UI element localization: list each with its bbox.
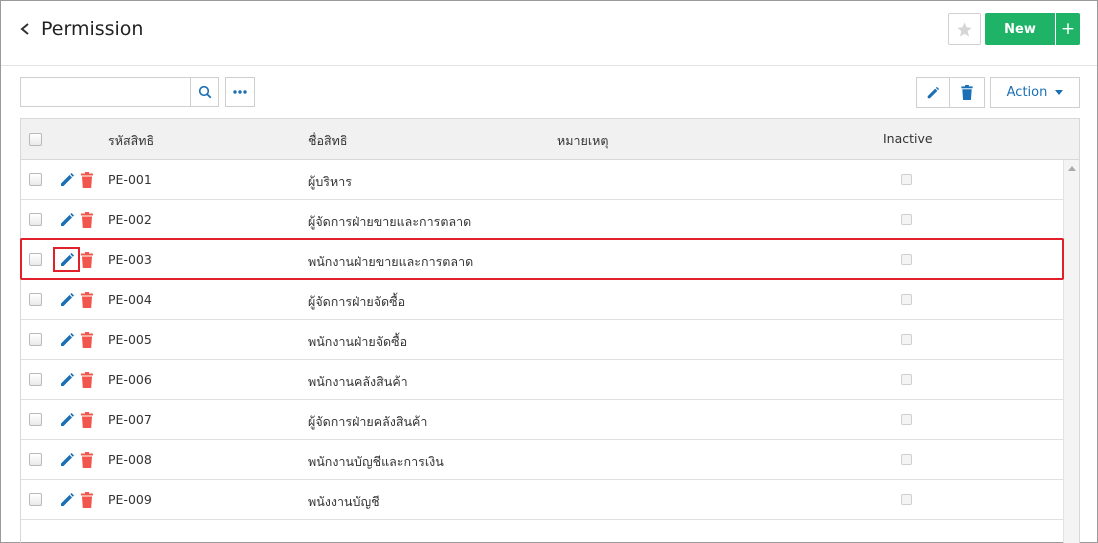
pencil-icon[interactable] <box>59 172 75 188</box>
table-body: PE-001 ผู้บริหาร PE-002 ผู้จัดการฝ่ายขาย… <box>21 160 1063 520</box>
trash-icon[interactable] <box>81 172 93 188</box>
search-icon <box>198 85 211 99</box>
row-checkbox[interactable] <box>29 493 42 506</box>
table-scrollbar[interactable] <box>1063 160 1079 543</box>
ellipsis-icon <box>233 90 247 94</box>
inactive-checkbox <box>901 374 912 385</box>
pencil-icon[interactable] <box>59 292 75 308</box>
page-header: Permission New + <box>1 1 1097 66</box>
pencil-icon[interactable] <box>59 452 75 468</box>
permission-table: รหัสสิทธิ ชื่อสิทธิ หมายเหตุ Inactive PE… <box>20 118 1080 543</box>
trash-icon[interactable] <box>81 452 93 468</box>
table-row[interactable]: PE-007 ผู้จัดการฝ่ายคลังสินค้า <box>21 400 1063 440</box>
action-dropdown-button[interactable]: Action <box>990 77 1080 108</box>
trash-icon[interactable] <box>81 412 93 428</box>
permission-code: PE-006 <box>108 372 152 387</box>
scroll-up-arrow-icon[interactable] <box>1068 166 1076 171</box>
table-row[interactable]: PE-008 พนักงานบัญชีและการเงิน <box>21 440 1063 480</box>
table-row[interactable]: PE-005 พนักงานฝ่ายจัดซื้อ <box>21 320 1063 360</box>
row-checkbox[interactable] <box>29 413 42 426</box>
bulk-delete-button[interactable] <box>950 77 985 108</box>
trash-icon[interactable] <box>81 492 93 508</box>
pencil-icon[interactable] <box>59 412 75 428</box>
row-checkbox[interactable] <box>29 453 42 466</box>
inactive-checkbox <box>901 414 912 425</box>
permission-name: ผู้จัดการฝ่ายขายและการตลาด <box>308 214 472 229</box>
row-checkbox[interactable] <box>29 173 42 186</box>
inactive-checkbox <box>901 494 912 505</box>
permission-code: PE-009 <box>108 492 152 507</box>
favorite-button[interactable] <box>948 13 981 45</box>
pencil-icon[interactable] <box>59 372 75 388</box>
inactive-checkbox <box>901 334 912 345</box>
trash-icon[interactable] <box>81 212 93 228</box>
permission-name: พนักงานฝ่ายจัดซื้อ <box>308 334 408 349</box>
pencil-icon[interactable] <box>59 212 75 228</box>
row-checkbox[interactable] <box>29 333 42 346</box>
table-row[interactable]: PE-002 ผู้จัดการฝ่ายขายและการตลาด <box>21 200 1063 240</box>
back-icon[interactable] <box>17 18 35 40</box>
bulk-edit-button[interactable] <box>916 77 950 108</box>
inactive-checkbox <box>901 214 912 225</box>
more-options-button[interactable] <box>225 77 255 107</box>
pencil-icon <box>927 86 940 98</box>
permission-code: PE-004 <box>108 292 152 307</box>
permission-name: ผู้จัดการฝ่ายคลังสินค้า <box>308 414 428 429</box>
permission-name: พนักงานบัญชีและการเงิน <box>308 454 444 469</box>
column-header-inactive[interactable]: Inactive <box>883 131 933 146</box>
permission-code: PE-007 <box>108 412 152 427</box>
search-input[interactable] <box>20 77 191 107</box>
permission-code: PE-003 <box>108 252 152 267</box>
permission-code: PE-005 <box>108 332 152 347</box>
pencil-icon[interactable] <box>59 492 75 508</box>
trash-icon[interactable] <box>81 372 93 388</box>
table-row[interactable]: PE-004 ผู้จัดการฝ่ายจัดซื้อ <box>21 280 1063 320</box>
inactive-checkbox <box>901 174 912 185</box>
table-header: รหัสสิทธิ ชื่อสิทธิ หมายเหตุ Inactive <box>21 119 1079 160</box>
star-icon <box>957 21 972 37</box>
table-row[interactable]: PE-003 พนักงานฝ่ายขายและการตลาด <box>21 240 1063 280</box>
select-all-checkbox[interactable] <box>29 133 42 146</box>
add-dropdown-button[interactable]: + <box>1056 13 1080 45</box>
permission-code: PE-002 <box>108 212 152 227</box>
trash-icon[interactable] <box>81 252 93 268</box>
pencil-icon[interactable] <box>59 252 75 268</box>
inactive-checkbox <box>901 294 912 305</box>
new-button[interactable]: New <box>985 13 1055 45</box>
permission-name: ผู้จัดการฝ่ายจัดซื้อ <box>308 294 406 309</box>
row-checkbox[interactable] <box>29 213 42 226</box>
row-checkbox[interactable] <box>29 373 42 386</box>
column-header-code[interactable]: รหัสสิทธิ <box>108 131 154 151</box>
table-row[interactable]: PE-001 ผู้บริหาร <box>21 160 1063 200</box>
trash-icon[interactable] <box>81 292 93 308</box>
page-title: Permission <box>41 18 144 40</box>
action-label: Action <box>1006 85 1048 100</box>
row-checkbox[interactable] <box>29 253 42 266</box>
trash-icon <box>961 85 973 100</box>
permission-name: ผู้บริหาร <box>308 174 352 189</box>
inactive-checkbox <box>901 254 912 265</box>
permission-name: พนักงานฝ่ายขายและการตลาด <box>308 254 474 269</box>
pencil-icon[interactable] <box>59 332 75 348</box>
trash-icon[interactable] <box>81 332 93 348</box>
table-row[interactable]: PE-009 พนังงานบัญชี <box>21 480 1063 520</box>
caret-down-icon <box>1055 90 1064 95</box>
permission-name: พนักงานคลังสินค้า <box>308 374 408 389</box>
row-checkbox[interactable] <box>29 293 42 306</box>
table-row[interactable]: PE-006 พนักงานคลังสินค้า <box>21 360 1063 400</box>
permission-code: PE-001 <box>108 172 152 187</box>
column-header-name[interactable]: ชื่อสิทธิ <box>308 131 348 151</box>
permission-code: PE-008 <box>108 452 152 467</box>
inactive-checkbox <box>901 454 912 465</box>
permission-name: พนังงานบัญชี <box>308 494 380 509</box>
search-button[interactable] <box>190 77 219 107</box>
column-header-note[interactable]: หมายเหตุ <box>557 131 608 151</box>
